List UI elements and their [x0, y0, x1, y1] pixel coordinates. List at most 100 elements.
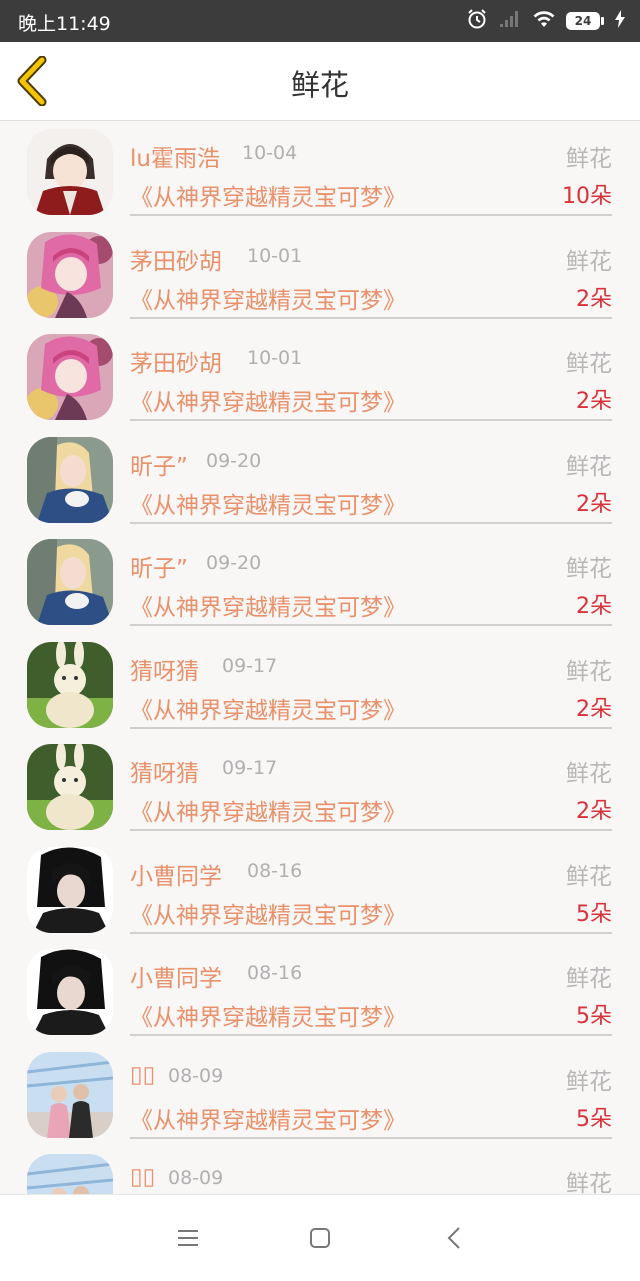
status-time: 晚上11:49	[18, 13, 111, 35]
avatar[interactable]	[27, 539, 113, 625]
avatar[interactable]	[27, 846, 113, 933]
book-title[interactable]: 《从神界穿越精灵宝可梦》	[130, 383, 406, 417]
divider	[130, 829, 612, 831]
gift-type: 鲜花	[566, 1171, 612, 1194]
book-title[interactable]: 《从神界穿越精灵宝可梦》	[130, 588, 406, 622]
sender-name: 昕子”	[130, 556, 188, 582]
book-title[interactable]: 《从神界穿越精灵宝可梦》	[130, 178, 406, 212]
send-date: 10-04	[242, 142, 298, 164]
list-item[interactable]: 小曹同学 08-16 鲜花 《从神界穿越精灵宝可梦》 5朵	[0, 839, 640, 942]
avatar[interactable]	[27, 949, 113, 1035]
avatar[interactable]	[27, 231, 113, 318]
gift-type: 鲜花	[566, 1068, 612, 1095]
flower-count: 10朵	[562, 184, 612, 209]
flower-count: 5朵	[576, 1004, 612, 1029]
avatar[interactable]	[27, 436, 113, 523]
divider	[130, 214, 612, 216]
system-nav-bar	[0, 1194, 640, 1281]
avatar[interactable]	[27, 744, 113, 830]
list-item[interactable]: 昕子” 09-20 鲜花 《从神界穿越精灵宝可梦》 2朵	[0, 531, 640, 634]
send-date: 08-16	[247, 962, 303, 984]
divider	[130, 316, 612, 319]
list-item[interactable]: 茅田砂胡 10-01 鲜花 《从神界穿越精灵宝可梦》 2朵	[0, 326, 640, 429]
avatar[interactable]	[27, 129, 113, 215]
book-title[interactable]: 《从神界穿越精灵宝可梦》	[130, 998, 406, 1032]
flower-count: 2朵	[576, 696, 612, 722]
list-item[interactable]: ▯▯ 08-09 鲜花	[0, 1146, 640, 1194]
flower-list[interactable]: lu霍雨浩 10-04 鲜花 《从神界穿越精灵宝可梦》 10朵 茅田砂胡 10-…	[0, 121, 640, 1194]
status-bar: 晚上11:49 24	[0, 0, 640, 42]
list-item[interactable]: lu霍雨浩 10-04 鲜花 《从神界穿越精灵宝可梦》 10朵	[0, 121, 640, 224]
home-button[interactable]	[306, 1224, 334, 1252]
list-item[interactable]: 茅田砂胡 10-01 鲜花 《从神界穿越精灵宝可梦》 2朵	[0, 224, 640, 327]
avatar[interactable]	[27, 1051, 113, 1138]
flower-count: 5朵	[576, 1106, 612, 1132]
gift-type: 鲜花	[566, 146, 612, 172]
avatar[interactable]	[27, 1154, 113, 1194]
list-item[interactable]: 猜呀猜 09-17 鲜花 《从神界穿越精灵宝可梦》 2朵	[0, 634, 640, 737]
flower-count: 5朵	[576, 901, 612, 927]
book-title[interactable]: 《从神界穿越精灵宝可梦》	[130, 1101, 406, 1135]
sender-name: 猜呀猜	[130, 658, 199, 685]
send-date: 09-17	[222, 757, 278, 779]
gift-type: 鲜花	[566, 453, 612, 480]
menu-button[interactable]	[174, 1224, 202, 1252]
list-item[interactable]: 猜呀猜 09-17 鲜花 《从神界穿越精灵宝可梦》 2朵	[0, 736, 640, 839]
book-title[interactable]: 《从神界穿越精灵宝可梦》	[130, 896, 406, 930]
menu-icon	[178, 1230, 198, 1246]
nav-bar: 鲜花	[0, 42, 640, 121]
book-title[interactable]: 《从神界穿越精灵宝可梦》	[130, 793, 406, 827]
sender-name: ▯▯	[130, 1061, 156, 1088]
flower-count: 2朵	[576, 286, 612, 312]
gift-type: 鲜花	[566, 248, 612, 275]
gift-type: 鲜花	[566, 761, 612, 787]
sender-name: lu霍雨浩	[130, 146, 220, 172]
book-title[interactable]: 《从神界穿越精灵宝可梦》	[130, 691, 406, 725]
sender-name: 茅田砂胡	[130, 351, 222, 377]
gift-type: 鲜花	[566, 556, 612, 582]
battery-level: 24	[574, 14, 592, 28]
status-icons: 24	[466, 9, 626, 33]
book-title[interactable]: 《从神界穿越精灵宝可梦》	[130, 486, 406, 520]
back-icon	[447, 1227, 460, 1249]
home-icon	[310, 1228, 330, 1248]
flower-count: 2朵	[576, 594, 612, 619]
divider	[130, 931, 612, 934]
flower-count: 2朵	[576, 491, 612, 517]
send-date: 08-09	[168, 1064, 224, 1087]
divider	[130, 726, 612, 729]
page-title: 鲜花	[290, 68, 349, 102]
avatar[interactable]	[27, 334, 113, 420]
send-date: 08-09	[168, 1167, 224, 1189]
gift-type: 鲜花	[566, 966, 612, 992]
send-date: 09-17	[222, 654, 278, 677]
send-date: 10-01	[247, 347, 303, 369]
gift-type: 鲜花	[566, 351, 612, 377]
gift-type: 鲜花	[566, 658, 612, 685]
avatar[interactable]	[27, 641, 113, 728]
divider	[130, 521, 612, 524]
divider	[130, 1136, 612, 1139]
sender-name: ▯▯	[130, 1164, 156, 1190]
signal-icon	[498, 9, 522, 33]
send-date: 09-20	[206, 449, 262, 472]
alarm-icon	[466, 8, 488, 34]
system-back-button[interactable]	[440, 1224, 468, 1252]
list-item[interactable]: 昕子” 09-20 鲜花 《从神界穿越精灵宝可梦》 2朵	[0, 429, 640, 532]
list-item[interactable]: 小曹同学 08-16 鲜花 《从神界穿越精灵宝可梦》 5朵	[0, 941, 640, 1044]
sender-name: 茅田砂胡	[130, 248, 222, 275]
battery-icon: 24	[566, 12, 604, 30]
book-title[interactable]: 《从神界穿越精灵宝可梦》	[130, 281, 406, 315]
send-date: 08-16	[247, 859, 303, 882]
list-item[interactable]: ▯▯ 08-09 鲜花 《从神界穿越精灵宝可梦》 5朵	[0, 1044, 640, 1147]
divider	[130, 624, 612, 626]
divider	[130, 1034, 612, 1036]
flower-count: 2朵	[576, 799, 612, 824]
wifi-icon	[532, 9, 556, 33]
sender-name: 昕子”	[130, 453, 188, 480]
sender-name: 小曹同学	[130, 966, 222, 992]
sender-name: 猜呀猜	[130, 761, 199, 787]
send-date: 09-20	[206, 552, 262, 574]
gift-type: 鲜花	[566, 863, 612, 890]
sender-name: 小曹同学	[130, 863, 222, 890]
